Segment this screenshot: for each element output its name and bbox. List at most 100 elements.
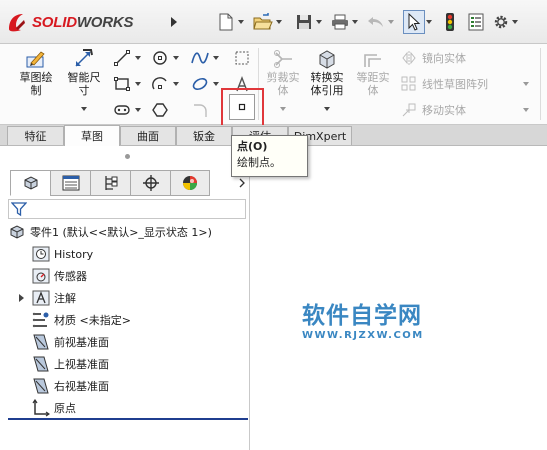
sketch-label: 草图绘 制: [19, 71, 53, 97]
undo-dropdown[interactable]: [387, 9, 395, 35]
tree-item-label: 注解: [54, 292, 76, 305]
menu-expand-arrow[interactable]: [168, 12, 180, 32]
tree-item-label: 右视基准面: [54, 380, 109, 393]
undo-button[interactable]: [365, 9, 387, 35]
tree-root-part[interactable]: 零件1 (默认<<默认>_显示状态 1>): [8, 222, 212, 242]
save-dropdown[interactable]: [315, 9, 323, 35]
ellipse-dropdown[interactable]: [212, 74, 220, 94]
polygon-button[interactable]: [150, 100, 170, 120]
trim-dropdown[interactable]: [280, 101, 286, 114]
chevron-down-icon: [523, 82, 529, 86]
options-button[interactable]: [491, 9, 511, 35]
file-properties-button[interactable]: [465, 9, 487, 35]
linear-pattern-icon: [400, 75, 418, 93]
origin-icon: [32, 399, 50, 417]
tab-surfaces[interactable]: 曲面: [120, 126, 176, 145]
rectangle-icon: [114, 77, 130, 91]
tree-item-right-plane[interactable]: 右视基准面: [32, 376, 109, 396]
history-icon: [32, 245, 50, 263]
tab-sheet-metal[interactable]: 钣金: [176, 126, 232, 145]
tree-item-top-plane[interactable]: 上视基准面: [32, 354, 109, 374]
undo-icon: [368, 17, 383, 27]
convert-entities-dropdown[interactable]: [324, 101, 330, 114]
feature-manager-tab[interactable]: [10, 170, 50, 196]
offset-entities-button[interactable]: 等距实 体: [352, 48, 394, 97]
chevron-down-icon: [173, 56, 179, 60]
solidworks-logo[interactable]: SOLIDWORKS: [6, 9, 134, 35]
chevron-down-icon: [173, 82, 179, 86]
move-dropdown[interactable]: [522, 100, 530, 120]
circle-button[interactable]: [150, 48, 170, 68]
construction-geometry-button[interactable]: [232, 48, 252, 68]
tree-item-origin[interactable]: 原点: [32, 398, 76, 418]
ribbon-separator: [540, 48, 541, 120]
quick-access-toolbar: [215, 9, 519, 35]
triangle-right-icon: [171, 17, 177, 27]
trim-entities-button[interactable]: 剪裁实 体: [262, 48, 304, 114]
linear-pattern-dropdown[interactable]: [522, 74, 530, 94]
tree-item-material[interactable]: 材质 <未指定>: [32, 310, 131, 330]
sketch-fillet-button[interactable]: [190, 100, 210, 120]
chevron-down-icon: [135, 82, 141, 86]
tree-item-sensors[interactable]: 传感器: [32, 266, 87, 286]
tab-features[interactable]: 特征: [7, 126, 64, 145]
select-button[interactable]: [403, 10, 425, 34]
spline-button[interactable]: [190, 48, 210, 68]
watermark-url: WWW.RJZXW.COM: [302, 330, 424, 341]
convert-entities-button[interactable]: 转换实 体引用: [304, 48, 350, 114]
property-manager-tab[interactable]: [50, 170, 90, 196]
smart-dimension-button[interactable]: 智能尺 寸: [60, 48, 108, 114]
rectangle-button[interactable]: [112, 74, 132, 94]
save-icon: [297, 15, 311, 29]
offset-icon: [361, 48, 385, 70]
linear-sketch-pattern-button[interactable]: 线性草图阵列: [400, 75, 488, 93]
open-button[interactable]: [251, 9, 275, 35]
tree-filter[interactable]: [8, 199, 246, 219]
tree-item-annotations[interactable]: 注解: [14, 288, 76, 308]
arc-button[interactable]: [150, 74, 170, 94]
sketch-button[interactable]: 草图绘 制: [12, 48, 60, 97]
line-dropdown[interactable]: [134, 48, 142, 68]
sensor-icon: [32, 267, 50, 285]
save-button[interactable]: [293, 9, 315, 35]
tab-sketch[interactable]: 草图: [64, 125, 120, 146]
tooltip-title: 点(O): [237, 140, 268, 153]
tree-root-label: 零件1 (默认<<默认>_显示状态 1>): [30, 226, 212, 239]
print-dropdown[interactable]: [351, 9, 359, 35]
new-document-button[interactable]: [215, 9, 237, 35]
tree-item-front-plane[interactable]: 前视基准面: [32, 332, 109, 352]
brand-name: SOLIDWORKS: [32, 14, 134, 31]
chevron-down-icon: [135, 108, 141, 112]
plane-icon: [32, 355, 50, 373]
graphics-area[interactable]: [251, 146, 547, 450]
line-button[interactable]: [112, 48, 132, 68]
options-dropdown[interactable]: [511, 9, 519, 35]
convert-entities-label: 转换实 体引用: [310, 71, 344, 97]
move-icon: [400, 101, 418, 119]
move-entities-button[interactable]: 移动实体: [400, 101, 466, 119]
slot-button[interactable]: [112, 100, 132, 120]
configuration-manager-tab[interactable]: [90, 170, 130, 196]
configuration-icon: [104, 176, 117, 190]
tree-item-history[interactable]: History: [32, 244, 93, 264]
expand-arrow[interactable]: [14, 289, 28, 307]
rebuild-button[interactable]: [441, 9, 459, 35]
slot-dropdown[interactable]: [134, 100, 142, 120]
select-dropdown[interactable]: [425, 9, 433, 35]
ellipse-button[interactable]: [190, 74, 210, 94]
solidworks-window: SOLIDWORKS 草图绘 制 智能尺 寸 剪裁实 体 转换实 体引用 等距实…: [0, 0, 547, 450]
open-dropdown[interactable]: [275, 9, 283, 35]
filter-funnel-icon: [11, 202, 27, 217]
display-manager-tab[interactable]: [170, 170, 210, 196]
circle-dropdown[interactable]: [172, 48, 180, 68]
new-document-dropdown[interactable]: [237, 9, 245, 35]
smart-dimension-dropdown[interactable]: [81, 101, 87, 114]
mirror-entities-button[interactable]: 镜向实体: [400, 49, 466, 67]
print-button[interactable]: [329, 9, 351, 35]
spline-dropdown[interactable]: [212, 48, 220, 68]
manager-tabs-scroll-arrow[interactable]: [237, 175, 247, 191]
dimxpert-manager-tab[interactable]: [130, 170, 170, 196]
panel-splitter-handle[interactable]: [125, 154, 130, 159]
rectangle-dropdown[interactable]: [134, 74, 142, 94]
arc-dropdown[interactable]: [172, 74, 180, 94]
